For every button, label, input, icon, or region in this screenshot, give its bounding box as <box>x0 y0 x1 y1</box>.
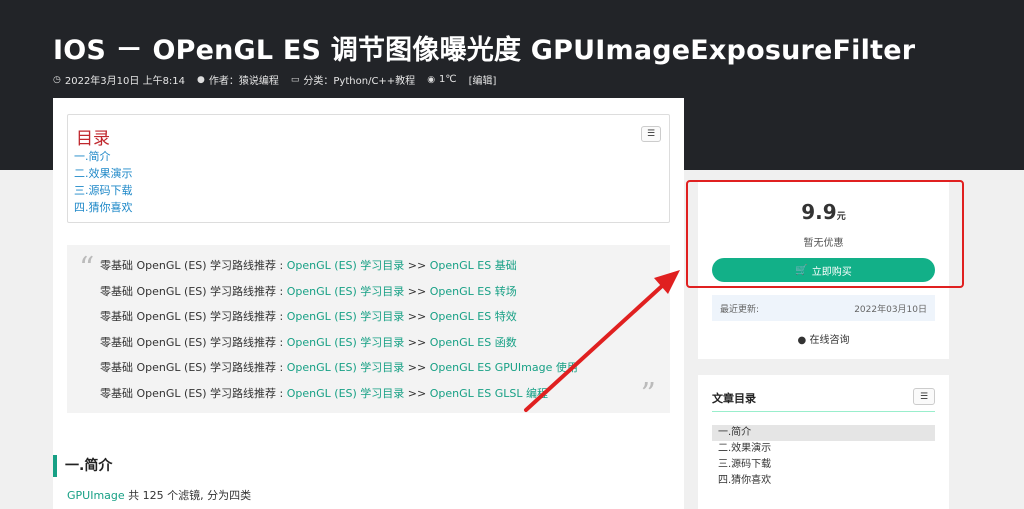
quote-line: 零基础 OpenGL (ES) 学习路线推荐 : OpenGL (ES) 学习目… <box>100 304 578 330</box>
quote-line: 零基础 OpenGL (ES) 学习路线推荐 : OpenGL (ES) 学习目… <box>100 381 578 407</box>
price-value: 9.9 <box>801 200 837 224</box>
sidebar-toc-list: 一.简介 二.效果演示 三.源码下载 四.猜你喜欢 <box>712 425 935 489</box>
sidebar-toc-item[interactable]: 二.效果演示 <box>712 441 935 457</box>
discount-text: 暂无优惠 <box>803 238 844 249</box>
recommend-quote: “ 零基础 OpenGL (ES) 学习路线推荐 : OpenGL (ES) 学… <box>67 245 670 413</box>
quote-link-directory[interactable]: OpenGL (ES) 学习目录 <box>287 285 405 298</box>
quote-prefix: 零基础 OpenGL (ES) 学习路线推荐 : <box>100 361 287 374</box>
quote-link-topic[interactable]: OpenGL ES 函数 <box>430 336 517 349</box>
quote-prefix: 零基础 OpenGL (ES) 学习路线推荐 : <box>100 386 287 400</box>
sidebar-toc-divider <box>712 411 935 412</box>
section-paragraph: GPUImage 共 125 个滤镜, 分为四类 <box>67 487 251 503</box>
meta-date: ◷ 2022年3月10日 上午8:14 <box>53 72 186 88</box>
quote-link-directory[interactable]: OpenGL (ES) 学习目录 <box>287 336 405 349</box>
quote-link-directory[interactable]: OpenGL (ES) 学习目录 <box>287 387 405 400</box>
update-date: 2022年03月10日 <box>854 304 927 315</box>
buy-now-label: 立即购买 <box>811 266 852 278</box>
quote-sep: >> <box>404 386 430 400</box>
meta-author: ● 作者：猿说编程 <box>197 72 279 88</box>
quote-line: 零基础 OpenGL (ES) 学习路线推荐 : OpenGL (ES) 学习目… <box>100 253 578 279</box>
quote-lines: 零基础 OpenGL (ES) 学习路线推荐 : OpenGL (ES) 学习目… <box>100 253 578 406</box>
cart-icon: 🛒 <box>795 264 808 276</box>
toc-item[interactable]: 二.效果演示 <box>74 165 133 182</box>
quote-prefix: 零基础 OpenGL (ES) 学习路线推荐 : <box>100 335 287 349</box>
chat-icon: ● <box>797 335 807 346</box>
quote-prefix: 零基础 OpenGL (ES) 学习路线推荐 : <box>100 284 287 298</box>
meta-author-text: 作者：猿说编程 <box>208 76 279 87</box>
meta-category[interactable]: ▭ 分类：Python/C++教程 <box>290 72 415 88</box>
buy-now-button[interactable]: 🛒 立即购买 <box>712 258 935 282</box>
toc-link[interactable]: 二.效果演示 <box>74 167 133 180</box>
quote-prefix: 零基础 OpenGL (ES) 学习路线推荐 : <box>100 259 287 272</box>
eye-icon: ◉ <box>427 74 436 85</box>
sidebar-toc-toggle-icon[interactable]: ☰ <box>913 388 935 405</box>
meta-views: ◉ 1℃ <box>427 72 456 87</box>
post-title: IOS － OPenGL ES 调节图像曝光度 GPUImageExposure… <box>53 35 916 66</box>
quote-open-icon: “ <box>79 251 95 286</box>
quote-link-topic[interactable]: OpenGL ES GLSL 编程 <box>430 387 548 400</box>
last-update: 最近更新: 2022年03月10日 <box>712 295 935 321</box>
meta-edit[interactable]: [编辑] <box>469 72 497 87</box>
toc-link[interactable]: 四.猜你喜欢 <box>74 201 133 214</box>
toc-item[interactable]: 三.源码下载 <box>74 182 133 199</box>
quote-sep: >> <box>404 310 430 323</box>
toc-item[interactable]: 四.猜你喜欢 <box>74 199 133 216</box>
toc-list: 一.简介 二.效果演示 三.源码下载 四.猜你喜欢 <box>74 148 133 216</box>
quote-link-topic[interactable]: OpenGL ES 转场 <box>430 285 517 298</box>
sidebar-toc-item[interactable]: 四.猜你喜欢 <box>712 473 935 489</box>
paragraph-text: 共 125 个滤镜, 分为四类 <box>124 489 252 502</box>
quote-sep: >> <box>404 284 430 298</box>
update-label: 最近更新: <box>720 304 760 315</box>
quote-link-directory[interactable]: OpenGL (ES) 学习目录 <box>287 310 405 323</box>
quote-link-topic[interactable]: OpenGL ES GPUImage 使用 <box>430 361 578 374</box>
sidebar-toc-item[interactable]: 三.源码下载 <box>712 457 935 473</box>
consult-label[interactable]: 在线咨询 <box>809 335 849 346</box>
article-body: 目录 ☰ 一.简介 二.效果演示 三.源码下载 四.猜你喜欢 “ 零基础 Ope… <box>53 98 684 509</box>
folder-icon: ▭ <box>290 74 300 85</box>
toc-toggle-icon[interactable]: ☰ <box>641 126 661 142</box>
quote-sep: >> <box>404 335 430 349</box>
quote-close-icon: ” <box>640 377 656 412</box>
meta-views-text: 1℃ <box>439 74 457 85</box>
edit-link[interactable]: [编辑] <box>469 72 497 87</box>
quote-link-topic[interactable]: OpenGL ES 特效 <box>430 310 517 323</box>
price: 9.9元 <box>698 200 949 224</box>
section-heading: 一.简介 <box>53 455 112 477</box>
quote-line: 零基础 OpenGL (ES) 学习路线推荐 : OpenGL (ES) 学习目… <box>100 330 578 356</box>
online-consult[interactable]: ● 在线咨询 <box>698 331 949 346</box>
quote-line: 零基础 OpenGL (ES) 学习路线推荐 : OpenGL (ES) 学习目… <box>100 355 578 381</box>
toc-title: 目录 <box>76 129 110 149</box>
purchase-card: 9.9元 暂无优惠 🛒 立即购买 最近更新: 2022年03月10日 ● 在线咨询 <box>698 180 949 359</box>
quote-link-directory[interactable]: OpenGL (ES) 学习目录 <box>287 361 405 374</box>
sidebar-toc-title: 文章目录 <box>712 392 756 405</box>
meta-category-text[interactable]: 分类：Python/C++教程 <box>303 72 415 87</box>
toc-link[interactable]: 三.源码下载 <box>74 184 133 197</box>
user-icon: ● <box>197 74 205 85</box>
post-meta: ◷ 2022年3月10日 上午8:14 ● 作者：猿说编程 ▭ 分类：Python/C… <box>53 72 496 87</box>
price-unit: 元 <box>836 212 846 222</box>
quote-prefix: 零基础 OpenGL (ES) 学习路线推荐 : <box>100 310 287 323</box>
meta-date-text: 2022年3月10日 上午8:14 <box>64 76 186 87</box>
toc-item[interactable]: 一.简介 <box>74 148 133 165</box>
quote-line: 零基础 OpenGL (ES) 学习路线推荐 : OpenGL (ES) 学习目… <box>100 279 578 305</box>
quote-sep: >> <box>404 259 430 272</box>
quote-sep: >> <box>404 361 430 374</box>
gpuimage-link[interactable]: GPUImage <box>67 489 125 502</box>
quote-link-topic[interactable]: OpenGL ES 基础 <box>430 259 517 272</box>
quote-link-directory[interactable]: OpenGL (ES) 学习目录 <box>287 259 405 272</box>
clock-icon: ◷ <box>53 74 61 85</box>
toc-box: 目录 ☰ 一.简介 二.效果演示 三.源码下载 四.猜你喜欢 <box>67 114 670 223</box>
sidebar-toc: 文章目录 ☰ 一.简介 二.效果演示 三.源码下载 四.猜你喜欢 <box>698 375 949 509</box>
sidebar-toc-item[interactable]: 一.简介 <box>712 425 935 441</box>
toc-link[interactable]: 一.简介 <box>74 150 111 163</box>
